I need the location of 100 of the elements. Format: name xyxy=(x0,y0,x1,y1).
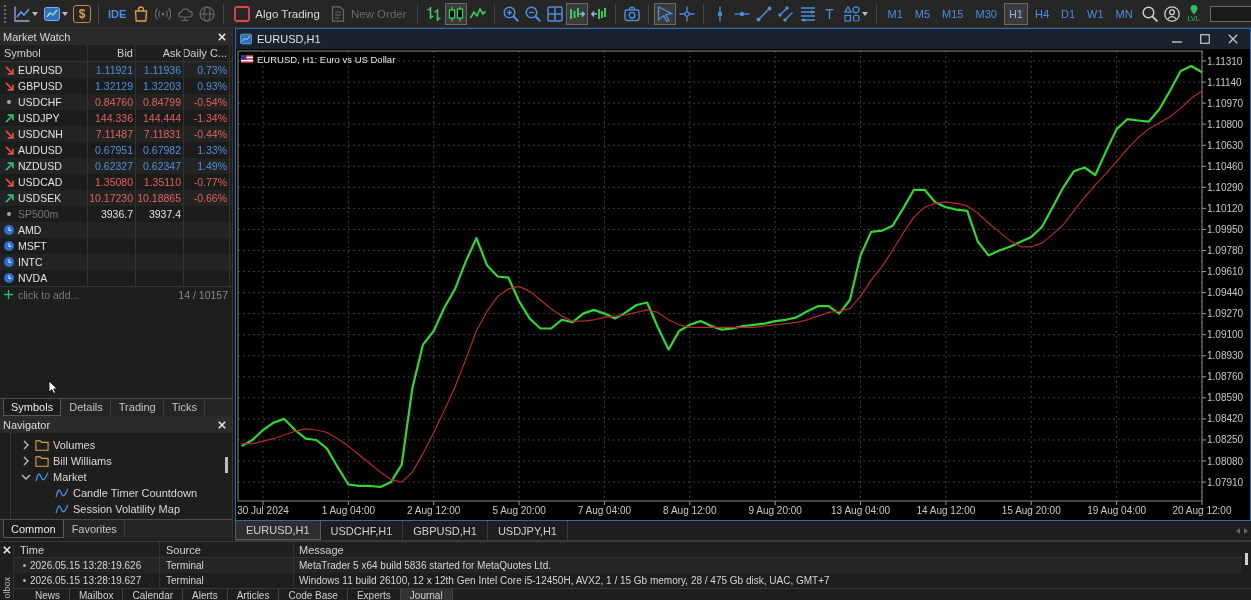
bars-arrow-right-icon xyxy=(568,5,585,22)
candlestick-chart-button[interactable] xyxy=(444,2,467,25)
shapes-icon xyxy=(843,5,860,22)
bars-arrow-left-icon xyxy=(590,5,607,22)
log-message: MetaTrader 5 x64 build 5836 started for MetaQuotes Ltd. xyxy=(299,560,551,571)
timeframe-button[interactable]: W1 xyxy=(1082,2,1109,25)
chart-tab[interactable]: EURUSD,H1 xyxy=(235,521,321,540)
table-row[interactable]: USDCNH 7.11487 7.11831 -0.44% xyxy=(0,126,232,142)
axis-label: 14 Aug 12:00 xyxy=(916,505,976,516)
plus-icon xyxy=(4,290,13,299)
timeframe-button[interactable]: M1 xyxy=(882,2,908,25)
folder-icon xyxy=(35,455,49,467)
tab[interactable]: Calendar xyxy=(123,589,184,600)
ide-button[interactable]: IDE xyxy=(104,2,131,25)
chart-tab[interactable]: USDCHF,H1 xyxy=(320,521,404,540)
parallel-lines-icon xyxy=(777,5,794,22)
column-header[interactable]: Bid xyxy=(117,47,133,59)
tree-item[interactable]: Volumes xyxy=(53,439,96,451)
arrow-up-right-icon xyxy=(4,193,14,203)
column-header[interactable]: Message xyxy=(299,543,344,556)
axis-label: 1.11140 xyxy=(1207,76,1242,88)
algo-trading-button[interactable]: Algo Trading xyxy=(229,2,325,25)
column-header[interactable]: Ask xyxy=(162,47,181,59)
close-icon[interactable] xyxy=(218,420,226,429)
daily-change: -0.54% xyxy=(193,96,227,108)
bid-price: 0.84760 xyxy=(95,96,133,108)
panel-label: olbox xyxy=(1,577,12,599)
timeframe-button[interactable]: D1 xyxy=(1056,2,1081,25)
timeframe-button[interactable]: H4 xyxy=(1029,2,1055,25)
candlestick-icon xyxy=(447,5,464,22)
axis-label: 1.07910 xyxy=(1207,476,1244,488)
broadcast-icon xyxy=(155,5,172,22)
symbol-count: 14 / 10157 xyxy=(178,288,228,301)
add-symbol-hint[interactable]: click to add... xyxy=(18,288,80,301)
tree-item[interactable]: Market xyxy=(53,471,87,483)
auto-scroll-button[interactable] xyxy=(565,2,588,25)
table-row[interactable]: INTC xyxy=(0,254,232,270)
search-field[interactable] xyxy=(1209,5,1251,22)
tab[interactable]: Common xyxy=(3,520,64,538)
table-row[interactable]: EURUSD 1.11921 1.11936 0.73% xyxy=(0,62,232,78)
text-tool-button[interactable]: T xyxy=(818,2,841,25)
symbol-name: NZDUSD xyxy=(18,160,62,172)
timeframe-button[interactable]: MN xyxy=(1110,2,1138,25)
axis-label: 1.09610 xyxy=(1207,266,1244,278)
chart-tab[interactable]: GBPUSD,H1 xyxy=(403,521,488,540)
arrow-left-icon[interactable] xyxy=(1236,527,1240,534)
tab[interactable]: Alerts xyxy=(183,589,228,600)
close-icon[interactable] xyxy=(218,32,226,41)
tab[interactable]: Favorites xyxy=(63,520,125,538)
chart-tab[interactable]: USDJPY,H1 xyxy=(487,521,568,540)
table-row[interactable]: NZDUSD 0.62327 0.62347 1.49% xyxy=(0,158,232,174)
axis-label: 9 Aug 20:00 xyxy=(748,505,802,516)
arrow-up-right-icon xyxy=(4,161,14,171)
tab[interactable]: Articles xyxy=(227,589,280,600)
close-icon[interactable] xyxy=(1228,34,1238,44)
tree-item[interactable]: Candle Timer Countdown xyxy=(73,487,198,499)
column-header[interactable]: Time xyxy=(20,543,45,556)
scrollbar[interactable] xyxy=(225,457,228,473)
table-row[interactable]: USDSEK 10.17230 10.18865 -0.66% xyxy=(0,190,232,206)
scrollbar[interactable] xyxy=(1245,553,1248,565)
bid-price: 3936.7 xyxy=(100,208,133,220)
chevron-right-icon[interactable] xyxy=(23,440,29,450)
symbol-name: AUDUSD xyxy=(18,144,63,156)
close-icon[interactable] xyxy=(2,546,11,554)
tab[interactable]: Journal xyxy=(400,589,453,600)
table-row[interactable]: AMD xyxy=(0,222,232,238)
timeframe-button[interactable]: M5 xyxy=(909,2,936,25)
daily-change: -1.34% xyxy=(193,112,227,124)
arrow-right-icon[interactable] xyxy=(1244,527,1248,534)
tree-item[interactable]: Session Volatility Map xyxy=(73,503,180,515)
timeframe-button[interactable]: M30 xyxy=(970,2,1002,25)
axis-label: 1.11310 xyxy=(1207,55,1243,67)
log-source: Terminal xyxy=(166,560,204,571)
axis-label: 1.09100 xyxy=(1207,329,1244,341)
maximize-icon[interactable] xyxy=(1200,34,1210,44)
tab[interactable]: Code Base xyxy=(279,589,348,600)
axis-label: 7 Aug 04:00 xyxy=(577,505,632,516)
column-header[interactable]: Daily C... xyxy=(184,47,227,59)
column-header[interactable]: Symbol xyxy=(4,47,41,59)
vertical-line-icon xyxy=(716,5,723,22)
horizontal-line-icon xyxy=(733,10,750,17)
axis-label: 20 Aug 12:00 xyxy=(1172,505,1232,516)
table-row[interactable]: USDCHF 0.84760 0.84799 -0.54% xyxy=(0,94,232,110)
chevron-right-icon[interactable] xyxy=(23,456,29,466)
ask-price: 0.67982 xyxy=(143,144,181,156)
chevron-down-icon[interactable] xyxy=(21,474,31,480)
deposit-button[interactable]: $ xyxy=(73,4,91,23)
timeframe-button[interactable]: M15 xyxy=(937,2,969,25)
pointer-button[interactable] xyxy=(653,2,676,25)
tab[interactable]: News xyxy=(26,589,70,600)
timeframe-button[interactable]: H1 xyxy=(1003,2,1028,25)
column-header[interactable]: Source xyxy=(166,543,201,556)
axis-label: 1.08590 xyxy=(1207,392,1244,404)
horizontal-lines-icon xyxy=(799,5,816,22)
bid-price: 1.32129 xyxy=(95,80,133,92)
tree-item[interactable]: Bill Williams xyxy=(53,455,112,467)
log-source: Terminal xyxy=(166,575,204,586)
tab[interactable]: Mailbox xyxy=(70,589,124,600)
axis-label: 19 Aug 04:00 xyxy=(1087,505,1147,516)
tab[interactable]: Symbols xyxy=(3,399,62,416)
